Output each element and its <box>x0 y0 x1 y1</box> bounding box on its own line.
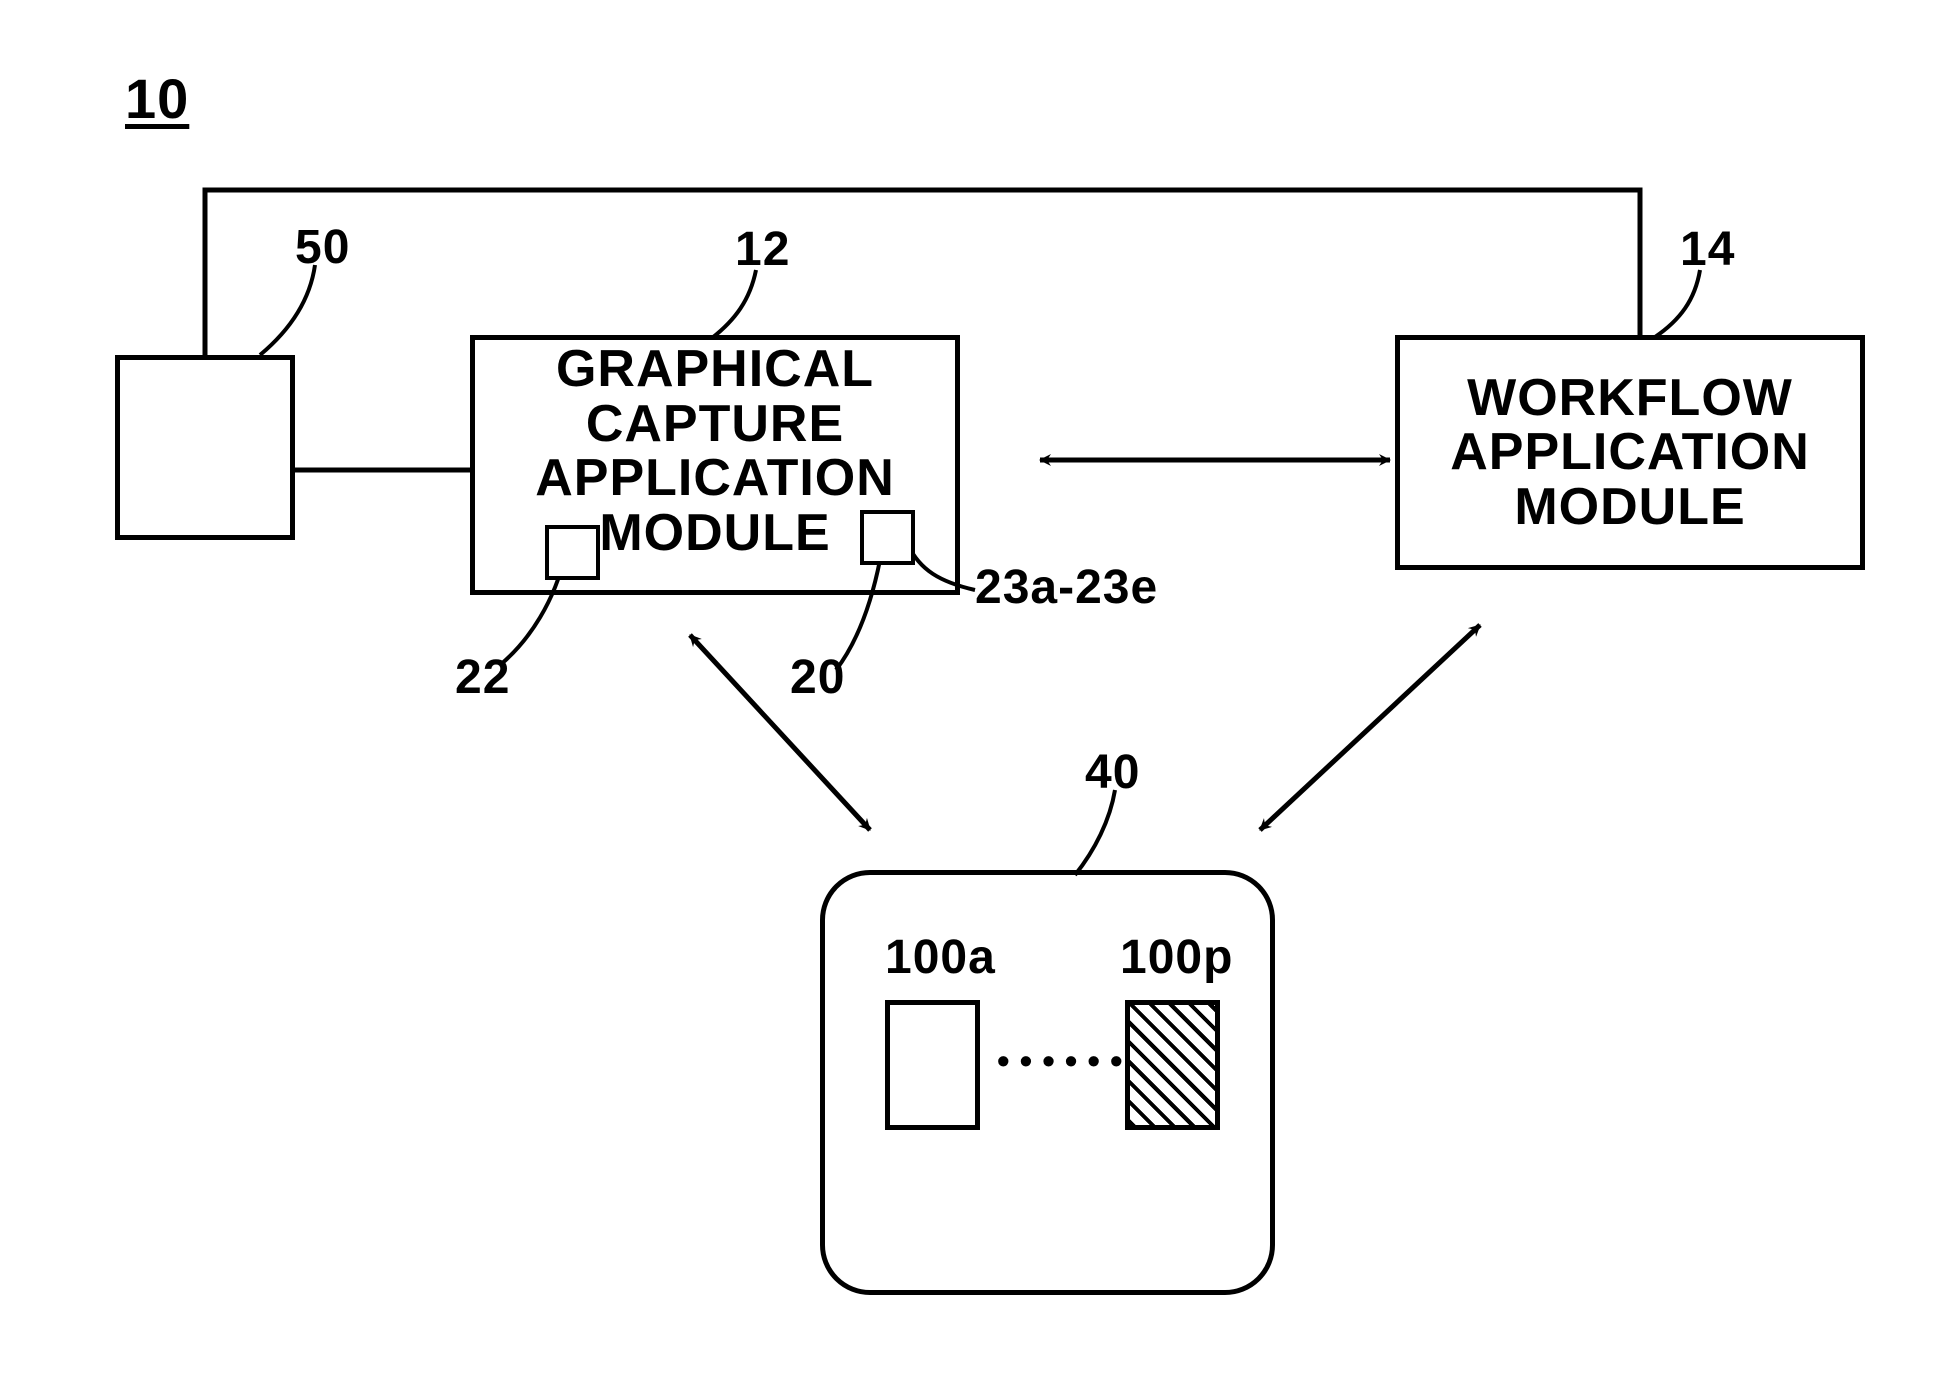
capture-l3: APPLICATION <box>535 451 895 506</box>
ref-sub-right-inner: 20 <box>790 650 845 705</box>
lead-14 <box>1655 270 1700 337</box>
item-last-box <box>1125 1000 1220 1130</box>
diagram-stage: 10 <box>0 0 1948 1394</box>
label-item-last: 100p <box>1120 930 1233 985</box>
ellipsis-dots: •••••• <box>997 1040 1133 1082</box>
lead-50 <box>260 265 315 355</box>
lead-12 <box>712 270 756 338</box>
workflow-l2: APPLICATION <box>1450 425 1810 480</box>
ref-sub-left: 22 <box>455 650 510 705</box>
box-workflow-module: WORKFLOW APPLICATION MODULE <box>1395 335 1865 570</box>
capture-l4: MODULE <box>599 506 830 561</box>
box-aux <box>115 355 295 540</box>
workflow-l1: WORKFLOW <box>1467 371 1793 426</box>
connector-14-40 <box>1260 625 1480 830</box>
capture-l2: CAPTURE <box>586 397 844 452</box>
connector-top <box>205 190 1640 355</box>
ref-module2: 14 <box>1680 222 1735 277</box>
subbox-left <box>545 525 600 580</box>
workflow-l3: MODULE <box>1514 480 1745 535</box>
ref-sub-right-outer: 23a-23e <box>975 560 1158 615</box>
label-item-first: 100a <box>885 930 996 985</box>
capture-l1: GRAPHICAL <box>556 342 874 397</box>
ref-aux: 50 <box>295 220 350 275</box>
ref-module1: 12 <box>735 222 790 277</box>
ref-store: 40 <box>1085 745 1140 800</box>
lead-40 <box>1075 790 1115 875</box>
subbox-right <box>860 510 915 565</box>
item-first-box <box>885 1000 980 1130</box>
